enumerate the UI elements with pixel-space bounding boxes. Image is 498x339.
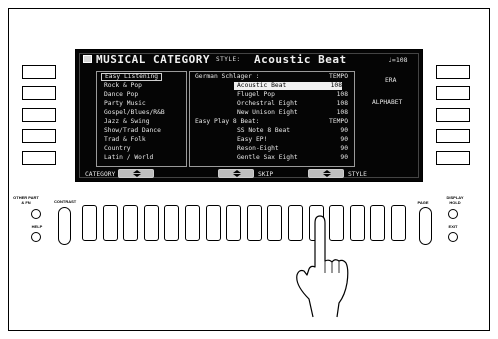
style-item[interactable]: Gentle Sax Eight (237, 154, 298, 162)
right-side-button-5[interactable] (436, 151, 470, 165)
up-arrow-icon (323, 170, 331, 173)
other-part-fn-button[interactable] (31, 209, 41, 219)
skip-up-down-button[interactable] (218, 169, 254, 178)
number-button-1[interactable] (82, 205, 97, 241)
number-button-15[interactable] (370, 205, 386, 241)
category-up-down-button[interactable] (118, 169, 154, 178)
alphabet-option[interactable]: ALPHABET (372, 99, 402, 106)
number-button-2[interactable] (102, 205, 118, 241)
left-side-button-4[interactable] (22, 129, 56, 143)
style-label: STYLE: (216, 56, 241, 63)
tempo-readout: ♩=108 (388, 56, 408, 64)
style-list: German Schlager : TEMPO Acoustic Beat 10… (189, 71, 355, 167)
category-item-party-music[interactable]: Party Music (104, 100, 146, 108)
down-arrow-icon (133, 174, 141, 177)
number-button-9[interactable] (246, 205, 262, 241)
lcd-screen: MUSICAL CATEGORY STYLE: Acoustic Beat ♩=… (75, 49, 423, 182)
category-item-country[interactable]: Country (104, 145, 131, 153)
right-side-button-2[interactable] (436, 86, 470, 100)
style-item-tempo: 90 (340, 136, 348, 143)
style-item[interactable]: New Unison Eight (237, 109, 298, 117)
help-button[interactable] (31, 232, 41, 242)
left-side-button-5[interactable] (22, 151, 56, 165)
page-knob[interactable] (419, 207, 432, 245)
contrast-label: CONTRAST (54, 199, 77, 204)
left-side-button-1[interactable] (22, 65, 56, 79)
left-side-button-2[interactable] (22, 86, 56, 100)
category-item-easy-listening[interactable]: Easy Listening (101, 73, 163, 81)
category-item-latin-world[interactable]: Latin / World (104, 154, 153, 162)
era-option[interactable]: ERA (385, 77, 396, 84)
current-style-name: Acoustic Beat (254, 53, 347, 66)
other-part-fn-label: OTHER PART & FN (13, 195, 39, 205)
contrast-knob[interactable] (58, 207, 71, 245)
category-item-trad-folk[interactable]: Trad & Folk (104, 136, 146, 144)
display-hold-label: DISPLAY HOLD (446, 195, 464, 205)
category-item-jazz-swing[interactable]: Jazz & Swing (104, 118, 150, 126)
category-icon (83, 55, 92, 63)
style-item-tempo: 90 (340, 145, 348, 152)
help-label: HELP (31, 224, 43, 229)
right-side-button-3[interactable] (436, 108, 470, 122)
down-arrow-icon (323, 174, 331, 177)
category-item-gospel-blues[interactable]: Gospel/Blues/R&B (104, 109, 165, 117)
style-group-label: Easy Play 8 Beat: (195, 118, 260, 125)
category-item-show-trad-dance[interactable]: Show/Trad Dance (104, 127, 161, 135)
skip-label: SKIP (258, 171, 274, 178)
style-item-tempo: 108 (336, 100, 348, 107)
exit-button[interactable] (448, 232, 458, 242)
style-item-tempo: 108 (330, 82, 342, 89)
left-side-button-3[interactable] (22, 108, 56, 122)
down-arrow-icon (233, 174, 241, 177)
style-up-down-button[interactable] (308, 169, 344, 178)
style-group-label: German Schlager : (195, 73, 260, 80)
number-button-7[interactable] (205, 205, 221, 241)
tempo-column-header: TEMPO (329, 73, 348, 80)
number-button-3[interactable] (123, 205, 139, 241)
display-hold-button[interactable] (448, 209, 458, 219)
style-item[interactable]: Easy EP! (237, 136, 267, 144)
number-button-10[interactable] (267, 205, 283, 241)
number-button-4[interactable] (143, 205, 159, 241)
category-item-dance-pop[interactable]: Dance Pop (104, 91, 138, 99)
style-label-bottom: STYLE (348, 171, 367, 178)
number-button-16[interactable] (391, 205, 406, 241)
right-side-button-1[interactable] (436, 65, 470, 79)
style-item[interactable]: Orchestral Eight (237, 100, 298, 108)
tempo-column-header: TEMPO (329, 118, 348, 125)
style-item-tempo: 108 (336, 109, 348, 116)
category-label: CATEGORY (85, 171, 116, 178)
page-label: PAGE (417, 200, 429, 205)
style-item[interactable]: SS Note 8 Beat (237, 127, 290, 135)
category-list: Easy Listening Rock & Pop Dance Pop Part… (96, 71, 187, 167)
number-button-8[interactable] (226, 205, 242, 241)
up-arrow-icon (133, 170, 141, 173)
right-side-button-4[interactable] (436, 129, 470, 143)
style-item-tempo: 90 (340, 127, 348, 134)
number-button-5[interactable] (164, 205, 180, 241)
style-item-tempo: 108 (336, 91, 348, 98)
style-item[interactable]: Reson-Eight (237, 145, 279, 153)
pointing-hand-icon (296, 215, 349, 318)
up-arrow-icon (233, 170, 241, 173)
screen-title: MUSICAL CATEGORY (96, 53, 210, 66)
category-item-rock-pop[interactable]: Rock & Pop (104, 82, 142, 90)
style-item[interactable]: Flugel Pop (237, 91, 275, 99)
exit-label: EXIT (448, 224, 458, 229)
number-button-6[interactable] (185, 205, 200, 241)
style-item-tempo: 90 (340, 154, 348, 161)
